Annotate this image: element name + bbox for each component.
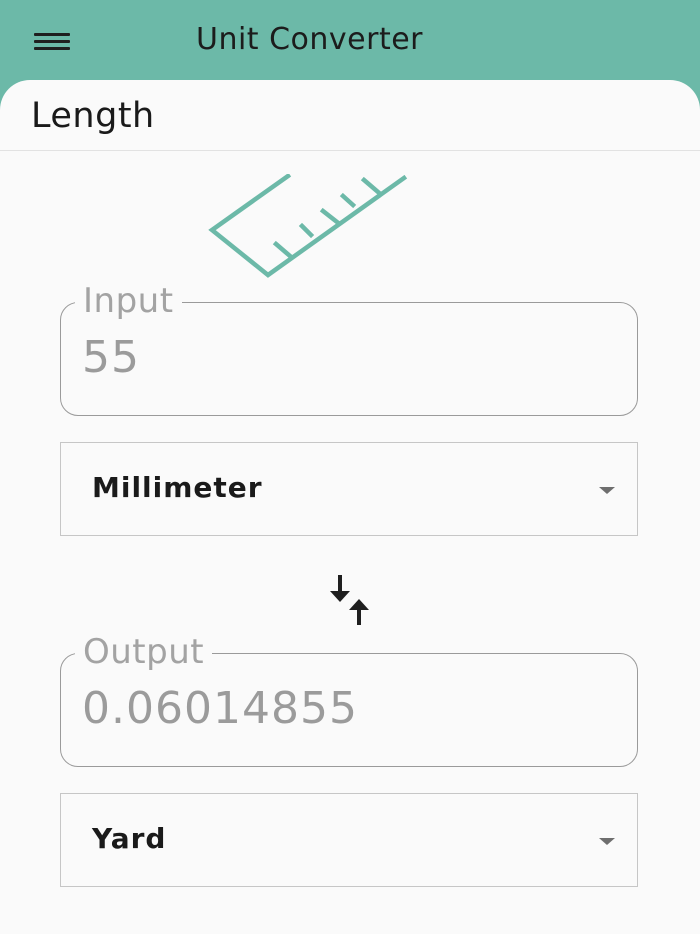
section-title: Length (31, 96, 155, 136)
from-unit-dropdown[interactable]: Millimeter (60, 442, 638, 536)
app-bar: Unit Converter (0, 0, 700, 90)
ruler-icon (208, 174, 408, 278)
converter-panel: Length Input 55 Millimeter Output 0.0601… (0, 80, 700, 934)
input-label: Input (75, 281, 182, 321)
chevron-down-icon (599, 838, 615, 845)
swap-vertical-icon[interactable] (325, 575, 375, 627)
to-unit-value: Yard (92, 822, 167, 855)
to-unit-dropdown[interactable]: Yard (60, 793, 638, 887)
input-value[interactable]: 55 (82, 333, 140, 383)
chevron-down-icon (599, 487, 615, 494)
app-title: Unit Converter (196, 22, 424, 57)
input-field[interactable]: Input 55 (60, 281, 638, 416)
output-label: Output (75, 632, 213, 672)
from-unit-value: Millimeter (92, 471, 263, 504)
output-field[interactable]: Output 0.06014855 (60, 632, 638, 767)
output-value: 0.06014855 (82, 683, 358, 734)
divider (0, 150, 700, 151)
hamburger-menu-icon[interactable] (34, 31, 70, 53)
